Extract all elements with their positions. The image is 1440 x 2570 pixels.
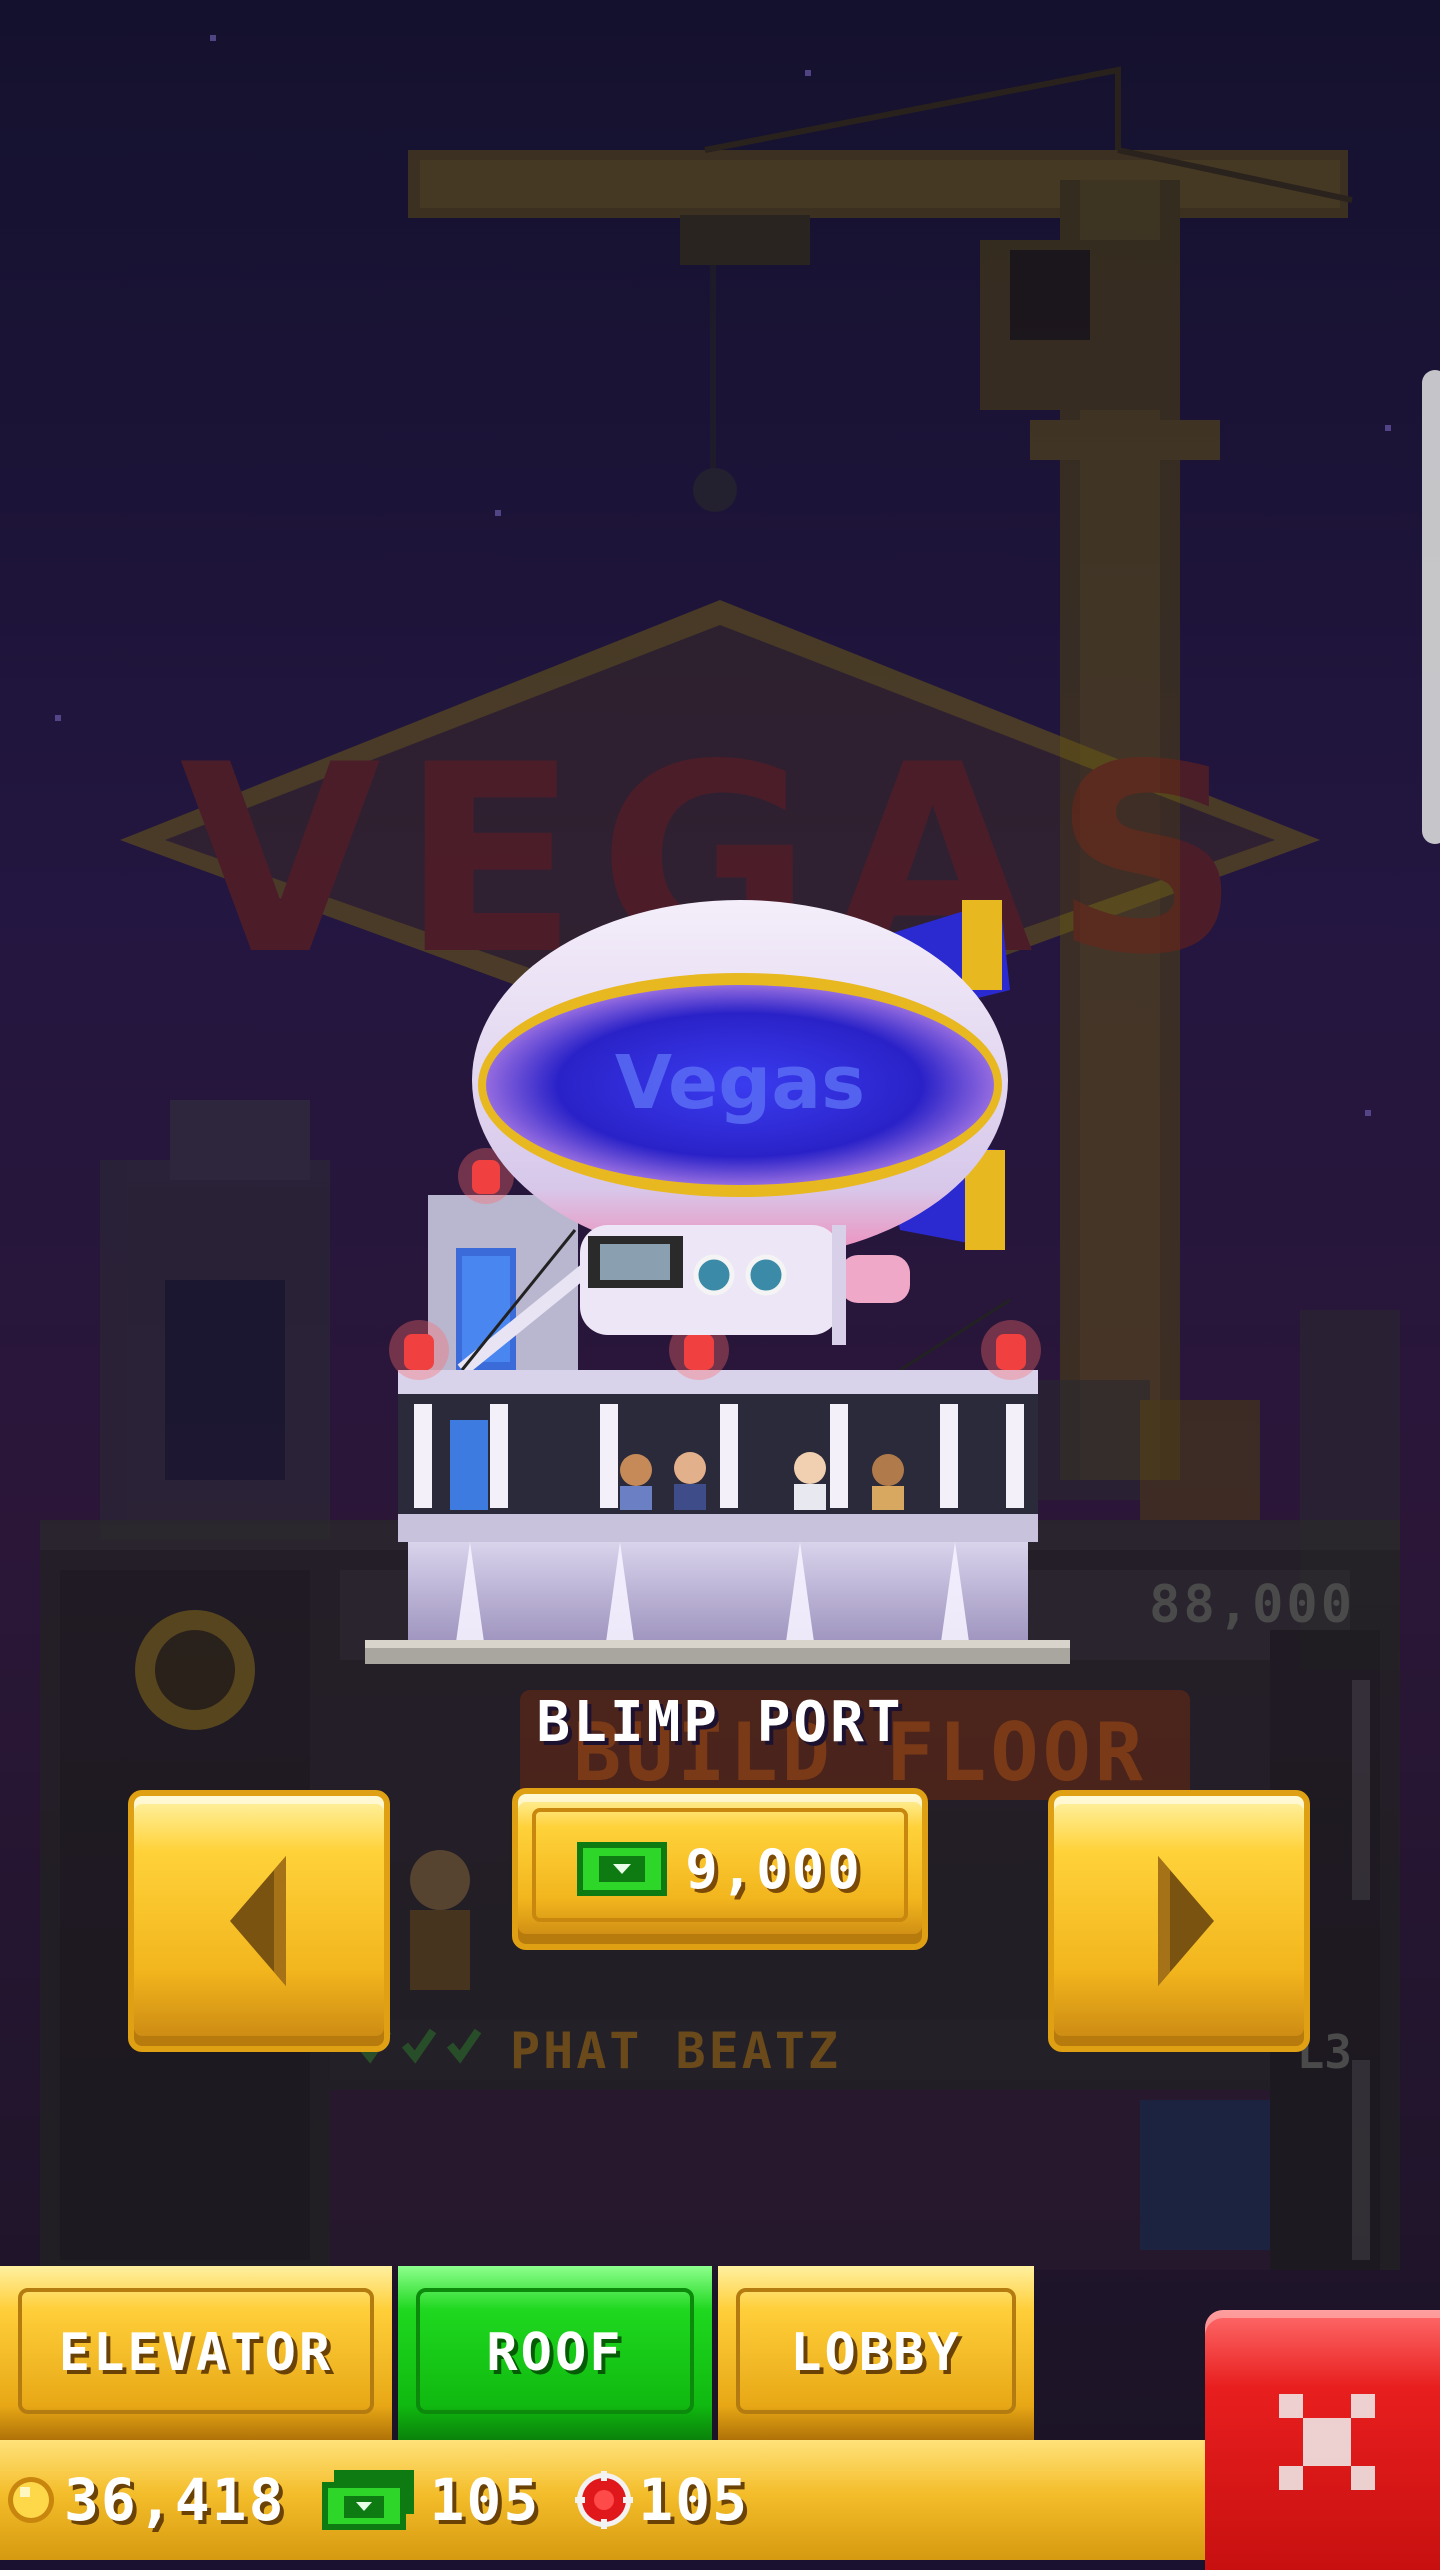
- tab-elevator-label: ELEVATOR: [58, 2323, 334, 2383]
- tab-lobby-label: LOBBY: [790, 2323, 962, 2383]
- roof-cost-value: 9,000: [685, 1837, 863, 1901]
- tab-roof-label: ROOF: [486, 2323, 624, 2383]
- close-icon: [1279, 2394, 1375, 2490]
- currency-status-bar: 36,418 105 105: [0, 2440, 1210, 2560]
- buy-roof-button[interactable]: 9,000: [512, 1788, 928, 1950]
- bux-icon: [577, 1842, 668, 1896]
- coins-value: 36,418: [64, 2466, 286, 2534]
- svg-text:Vegas: Vegas: [615, 1040, 865, 1126]
- ticket-icon: [575, 2471, 634, 2529]
- game-scene: VEGAS 88,000 BUILD FLOOR PHAT BEATZ L3 V…: [0, 0, 1440, 2560]
- roof-title: BLIMP PORT: [536, 1690, 904, 1755]
- arrow-left-icon: [230, 1856, 286, 1986]
- arrow-right-icon: [1158, 1856, 1214, 1986]
- bux-value: 105: [429, 2466, 541, 2534]
- tab-elevator[interactable]: ELEVATOR: [0, 2266, 392, 2440]
- coin-icon: [8, 2477, 54, 2523]
- floor-price-label: 88,000: [1149, 1575, 1355, 1635]
- floor-name-label: PHAT BEATZ: [510, 2022, 841, 2080]
- previous-roof-button[interactable]: [128, 1790, 390, 2052]
- build-category-tabs: ELEVATOR ROOF LOBBY: [0, 2266, 1210, 2440]
- tickets-value: 105: [638, 2466, 750, 2534]
- next-roof-button[interactable]: [1048, 1790, 1310, 2052]
- bux-icon: [321, 2470, 414, 2530]
- tab-roof[interactable]: ROOF: [398, 2266, 712, 2440]
- close-button[interactable]: [1205, 2310, 1440, 2570]
- tab-lobby[interactable]: LOBBY: [718, 2266, 1034, 2440]
- edge-scroll-indicator[interactable]: [1422, 370, 1440, 844]
